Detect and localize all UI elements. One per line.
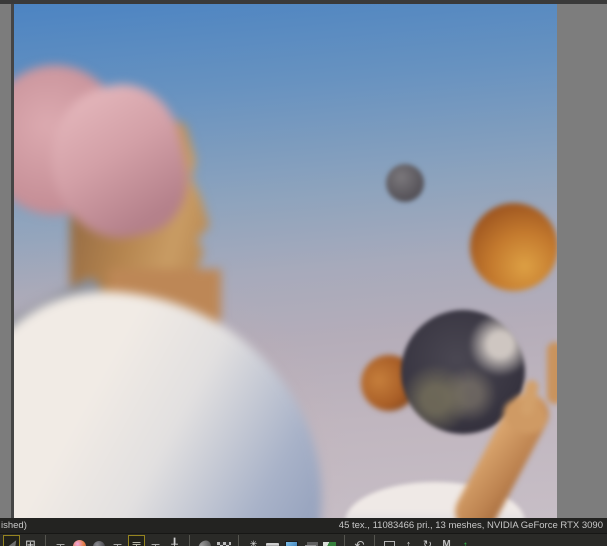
gpu-stats-text: 45 tex., 11083466 pri., 13 meshes, NVIDI… <box>338 520 603 531</box>
colored-sphere-tool-icon[interactable] <box>71 536 88 546</box>
toolbar-separator <box>238 535 239 546</box>
toolbar-separator <box>189 535 190 546</box>
pin-icon-1[interactable] <box>52 536 69 546</box>
rotate-arrow-icon[interactable] <box>419 536 436 546</box>
printer-icon[interactable] <box>264 536 281 546</box>
scale-m-icon[interactable] <box>438 536 455 546</box>
toolbar-separator <box>374 535 375 546</box>
hand-tool-icon[interactable] <box>196 536 213 546</box>
window-frame-icon[interactable] <box>22 536 39 546</box>
undo-arrow-icon[interactable] <box>351 536 368 546</box>
render-status-text: ished) <box>1 520 27 531</box>
application-window: ished) 45 tex., 11083466 pri., 13 meshes… <box>0 0 607 546</box>
pin-tool-selected-icon[interactable] <box>128 535 145 546</box>
dark-sphere-tool-icon[interactable] <box>90 536 107 546</box>
cube-icon[interactable] <box>381 536 398 546</box>
selection-arrow-icon[interactable] <box>3 535 20 546</box>
right-panel-gutter <box>557 4 607 518</box>
pin-cross-icon[interactable] <box>166 536 183 546</box>
sparkle-icon[interactable] <box>245 536 262 546</box>
up-down-arrow-icon[interactable] <box>400 536 417 546</box>
toolbar-separator <box>344 535 345 546</box>
green-clapper-icon[interactable] <box>321 536 338 546</box>
checkerboard-icon[interactable] <box>215 536 232 546</box>
render-viewport[interactable] <box>14 4 557 518</box>
status-bar: ished) 45 tex., 11083466 pri., 13 meshes… <box>0 518 607 533</box>
blue-chip-icon[interactable] <box>283 536 300 546</box>
bottom-toolbar <box>0 533 607 546</box>
toolbar-separator <box>45 535 46 546</box>
fingertip <box>547 342 557 404</box>
pin-icon-2[interactable] <box>109 536 126 546</box>
raised-arm <box>14 4 557 518</box>
green-up-arrow-icon[interactable] <box>457 536 474 546</box>
pin-icon-3[interactable] <box>147 536 164 546</box>
layers-icon[interactable] <box>302 536 319 546</box>
left-panel-gutter <box>0 4 11 518</box>
